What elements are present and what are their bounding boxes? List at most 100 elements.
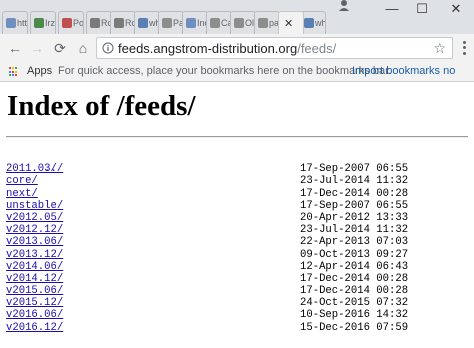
menu-dot-icon	[462, 41, 466, 45]
url-path: /feeds/	[297, 40, 337, 56]
tab-label: Po	[73, 18, 84, 28]
modified-date: 17-Dec-2014 00:28	[300, 272, 409, 285]
back-button[interactable]: ←	[6, 39, 24, 57]
modified-date: 23-Jul-2014 11:32	[300, 175, 409, 188]
url-host: feeds.angstrom-distribution.org	[118, 40, 298, 56]
tab-favicon-icon	[6, 18, 16, 28]
directory-link[interactable]: v2015.12/	[6, 297, 63, 309]
parent-row: ../	[6, 151, 466, 175]
listing-row: core/23-Jul-2014 11:32	[6, 175, 466, 187]
browser-tab[interactable]: Inc	[182, 11, 208, 34]
address-bar[interactable]: feeds.angstrom-distribution.org/feeds/ ☆	[96, 37, 453, 59]
tab-label: Irz	[45, 18, 55, 28]
modified-date: 17-Dec-2014 00:28	[300, 187, 409, 200]
directory-link[interactable]: v2013.12/	[6, 249, 63, 261]
modified-date: 22-Apr-2013 07:03	[300, 236, 409, 249]
bookmarks-bar: Apps For quick access, place your bookma…	[0, 62, 474, 82]
directory-link[interactable]: v2014.06/	[6, 261, 63, 273]
tab-favicon-icon	[138, 18, 148, 28]
maximize-button[interactable]: ☐	[410, 0, 434, 17]
modified-date: 17-Sep-2007 06:55	[300, 199, 409, 212]
modified-date: 10-Sep-2016 14:32	[300, 309, 409, 322]
browser-tab[interactable]: htt	[2, 11, 28, 34]
listing-row: v2013.06/22-Apr-2013 07:03	[6, 236, 466, 248]
page-content: Index of /feeds/ ../ 2011.03/17-Sep-2007…	[0, 83, 474, 348]
tab-favicon-icon	[210, 18, 220, 28]
directory-link[interactable]: v2014.12/	[6, 273, 63, 285]
home-icon: ⌂	[78, 40, 88, 56]
reload-button[interactable]: ⟳	[51, 39, 69, 57]
close-tab-icon[interactable]: ✕	[284, 17, 293, 30]
modified-date: 17-Dec-2014 00:28	[300, 285, 409, 298]
modified-date: 24-Oct-2015 07:32	[300, 297, 409, 310]
listing-row: v2016.06/10-Sep-2016 14:32	[6, 309, 466, 321]
browser-tab[interactable]: pa	[254, 11, 280, 34]
directory-link[interactable]: v2012.12/	[6, 224, 63, 236]
tab-strip: htt Irz Po Rc Rc wh Pa Inc Ca Ol pa wh ✕ — ☐ ✕	[0, 0, 474, 34]
listing-row: v2013.12/09-Oct-2013 09:27	[6, 249, 466, 261]
browser-tab[interactable]: Po	[58, 11, 84, 34]
horizontal-rule	[6, 136, 474, 138]
tab-favicon-icon	[258, 18, 268, 28]
modified-date: 17-Sep-2007 06:55	[300, 163, 409, 176]
directory-link[interactable]: v2012.05/	[6, 212, 63, 224]
directory-link[interactable]: v2016.06/	[6, 309, 63, 321]
bookmarks-hint: For quick access, place your bookmarks h…	[58, 65, 392, 77]
browser-tab[interactable]: Pa	[158, 11, 184, 34]
directory-link[interactable]: v2015.06/	[6, 285, 63, 297]
tab-label: htt	[17, 18, 28, 28]
close-window-button[interactable]: ✕	[444, 0, 468, 17]
tab-favicon-icon	[186, 18, 196, 28]
modified-date: 09-Oct-2013 09:27	[300, 248, 409, 261]
scrollbar[interactable]	[468, 83, 474, 348]
forward-button[interactable]: →	[28, 39, 46, 57]
browser-tab[interactable]: wh	[134, 11, 160, 34]
directory-link[interactable]: v2016.12/	[6, 322, 63, 334]
browser-tab[interactable]: Rc	[110, 11, 136, 34]
listing-row: v2015.12/24-Oct-2015 07:32	[6, 297, 466, 309]
listing-row: v2014.12/17-Dec-2014 00:28	[6, 273, 466, 285]
tab-label: Ol	[245, 18, 254, 28]
browser-toolbar: ← → ⟳ ⌂ feeds.angstrom-distribution.org/…	[0, 34, 474, 62]
home-button[interactable]: ⌂	[74, 39, 92, 57]
page-title: Index of /feeds/	[7, 90, 196, 122]
directory-link[interactable]: 2011.03/	[6, 163, 57, 175]
browser-tab[interactable]: Rc	[86, 11, 112, 34]
menu-button[interactable]	[459, 40, 469, 56]
minimize-icon: —	[385, 1, 399, 16]
minimize-button[interactable]: —	[380, 0, 404, 17]
directory-link[interactable]: core/	[6, 175, 38, 187]
browser-tab[interactable]: Irz	[30, 11, 56, 34]
listing-row: unstable/17-Sep-2007 06:55	[6, 200, 466, 212]
entries-container: 2011.03/17-Sep-2007 06:55 core/23-Jul-201…	[6, 163, 466, 334]
active-tab[interactable]: ✕	[278, 11, 304, 34]
directory-link[interactable]: v2013.06/	[6, 236, 63, 248]
listing-row: v2016.12/15-Dec-2016 07:59	[6, 322, 466, 334]
directory-listing: ../ 2011.03/17-Sep-2007 06:55 core/23-Jul…	[6, 151, 466, 334]
tab-favicon-icon	[114, 18, 124, 28]
listing-row: 2011.03/17-Sep-2007 06:55	[6, 163, 466, 175]
apps-link[interactable]: Apps	[27, 65, 52, 77]
import-bookmarks-link[interactable]: Import bookmarks no	[352, 65, 455, 77]
apps-grid-icon[interactable]	[9, 67, 19, 77]
modified-date: 23-Jul-2014 11:32	[300, 224, 409, 237]
info-icon[interactable]	[102, 42, 114, 54]
modified-date: 15-Dec-2016 07:59	[300, 321, 409, 334]
listing-row: v2012.12/23-Jul-2014 11:32	[6, 224, 466, 236]
browser-tab[interactable]: Ca	[206, 11, 232, 34]
bookmark-star-icon[interactable]: ☆	[433, 40, 446, 57]
tab-favicon-icon	[234, 18, 244, 28]
modified-date: 20-Apr-2012 13:33	[300, 211, 409, 224]
listing-row: v2012.05/20-Apr-2012 13:33	[6, 212, 466, 224]
tab-favicon-icon	[62, 18, 72, 28]
profile-icon[interactable]	[337, 0, 351, 11]
tab-favicon-icon	[304, 18, 314, 28]
url-text[interactable]: feeds.angstrom-distribution.org/feeds/	[118, 41, 336, 56]
directory-link[interactable]: next/	[6, 188, 38, 200]
listing-row: v2015.06/17-Dec-2014 00:28	[6, 285, 466, 297]
listing-row: v2014.06/12-Apr-2014 06:43	[6, 261, 466, 273]
browser-tab[interactable]: Ol	[230, 11, 256, 34]
directory-link[interactable]: unstable/	[6, 200, 63, 212]
tab-label: wh	[315, 18, 326, 28]
modified-date: 12-Apr-2014 06:43	[300, 260, 409, 273]
